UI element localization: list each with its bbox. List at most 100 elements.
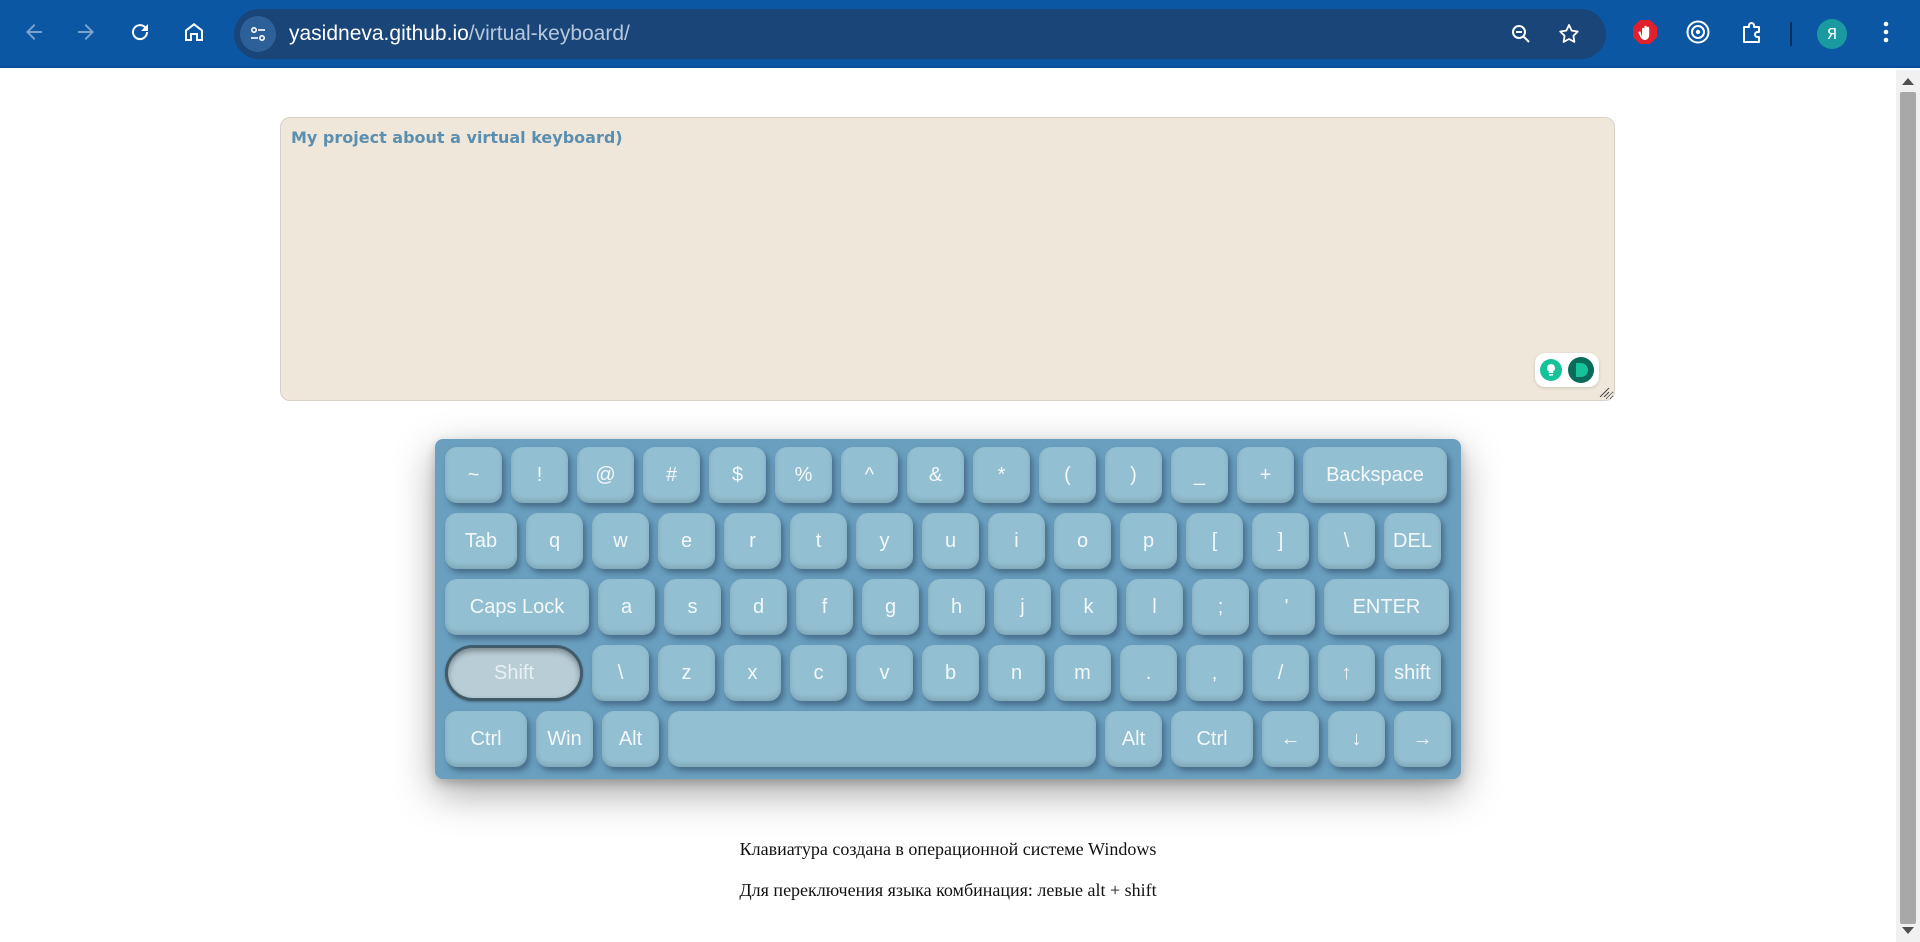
- key-x[interactable]: x: [724, 645, 781, 701]
- info-os-text: Клавиатура создана в операционной систем…: [739, 839, 1157, 859]
- key-shift[interactable]: Shift: [445, 645, 583, 701]
- key-backslash-2[interactable]: \: [592, 645, 649, 701]
- key-del[interactable]: DEL: [1384, 513, 1441, 569]
- key-d[interactable]: d: [730, 579, 787, 635]
- key-e[interactable]: e: [658, 513, 715, 569]
- forward-icon: [78, 24, 94, 40]
- key-q[interactable]: q: [526, 513, 583, 569]
- key-period[interactable]: .: [1120, 645, 1177, 701]
- page-content: ~!@#$%^&*()_+BackspaceTabqwertyuiop[]\DE…: [0, 70, 1896, 942]
- grammarly-widget[interactable]: [1535, 353, 1599, 387]
- key-arrow-right[interactable]: →: [1394, 711, 1451, 767]
- key-exclamation[interactable]: !: [511, 447, 568, 503]
- key-backspace[interactable]: Backspace: [1303, 447, 1447, 503]
- key-enter[interactable]: ENTER: [1324, 579, 1449, 635]
- resize-grip-icon[interactable]: [1598, 386, 1610, 398]
- key-left-paren[interactable]: (: [1039, 447, 1096, 503]
- key-hash[interactable]: #: [643, 447, 700, 503]
- key-win[interactable]: Win: [536, 711, 593, 767]
- bookmark-button[interactable]: [1555, 20, 1583, 48]
- key-tilde[interactable]: ~: [445, 447, 502, 503]
- key-backslash[interactable]: \: [1318, 513, 1375, 569]
- extension-target-button[interactable]: [1680, 14, 1716, 50]
- site-info-icon: [250, 26, 266, 42]
- key-y[interactable]: y: [856, 513, 913, 569]
- key-underscore[interactable]: _: [1171, 447, 1228, 503]
- toolbar-divider: [1790, 22, 1792, 46]
- scroll-thumb[interactable]: [1900, 92, 1916, 924]
- address-bar[interactable]: yasidneva.github.io/virtual-keyboard/: [234, 9, 1606, 59]
- key-semicolon[interactable]: ;: [1192, 579, 1249, 635]
- key-quote[interactable]: ': [1258, 579, 1315, 635]
- key-g[interactable]: g: [862, 579, 919, 635]
- key-m[interactable]: m: [1054, 645, 1111, 701]
- key-at[interactable]: @: [577, 447, 634, 503]
- key-left-bracket[interactable]: [: [1186, 513, 1243, 569]
- key-h[interactable]: h: [928, 579, 985, 635]
- key-caps-lock[interactable]: Caps Lock: [445, 579, 589, 635]
- key-t[interactable]: t: [790, 513, 847, 569]
- key-arrow-up[interactable]: ↑: [1318, 645, 1375, 701]
- key-n[interactable]: n: [988, 645, 1045, 701]
- key-a[interactable]: a: [598, 579, 655, 635]
- scroll-up-arrow-icon[interactable]: [1902, 78, 1914, 85]
- key-shift[interactable]: shift: [1384, 645, 1441, 701]
- zoom-icon: [1512, 25, 1530, 43]
- extension-target-icon: [1686, 20, 1710, 44]
- key-arrow-left[interactable]: ←: [1262, 711, 1319, 767]
- key-r[interactable]: r: [724, 513, 781, 569]
- home-icon: [185, 23, 203, 41]
- extension-stop-button[interactable]: [1627, 14, 1663, 50]
- back-button[interactable]: [14, 12, 54, 52]
- key-b[interactable]: b: [922, 645, 979, 701]
- key-ctrl-left[interactable]: Ctrl: [445, 711, 527, 767]
- key-right-bracket[interactable]: ]: [1252, 513, 1309, 569]
- home-button[interactable]: [174, 12, 214, 52]
- key-j[interactable]: j: [994, 579, 1051, 635]
- key-p[interactable]: p: [1120, 513, 1177, 569]
- key-space[interactable]: [668, 711, 1096, 767]
- browser-menu-button[interactable]: [1868, 14, 1904, 50]
- key-o[interactable]: o: [1054, 513, 1111, 569]
- key-slash[interactable]: /: [1252, 645, 1309, 701]
- forward-button[interactable]: [66, 12, 106, 52]
- key-ampersand[interactable]: &: [907, 447, 964, 503]
- reload-icon: [132, 24, 149, 41]
- key-i[interactable]: i: [988, 513, 1045, 569]
- site-info-button[interactable]: [240, 16, 276, 52]
- keyboard-output-textarea[interactable]: [280, 117, 1615, 401]
- key-caret[interactable]: ^: [841, 447, 898, 503]
- profile-avatar[interactable]: Я: [1817, 19, 1847, 49]
- zoom-button[interactable]: [1507, 20, 1535, 48]
- virtual-keyboard: ~! @ # $% ^ & *() _ + Backspace Tab q w e r t y u i o p[] \ DE…: [435, 439, 1461, 779]
- key-alt-left[interactable]: Alt: [602, 711, 659, 767]
- reload-button[interactable]: [120, 12, 160, 52]
- key-asterisk[interactable]: *: [973, 447, 1030, 503]
- extensions-puzzle-icon: [1743, 22, 1760, 43]
- menu-kebab-icon: [1883, 21, 1889, 43]
- key-z[interactable]: z: [658, 645, 715, 701]
- key-tab[interactable]: Tab: [445, 513, 517, 569]
- key-arrow-down[interactable]: ↓: [1328, 711, 1385, 767]
- lightbulb-icon: [1540, 359, 1562, 381]
- key-s[interactable]: s: [664, 579, 721, 635]
- url-text[interactable]: yasidneva.github.io/virtual-keyboard/: [289, 22, 630, 46]
- key-percent[interactable]: %: [775, 447, 832, 503]
- page-scrollbar[interactable]: [1896, 70, 1920, 942]
- key-u[interactable]: u: [922, 513, 979, 569]
- key-dollar[interactable]: $: [709, 447, 766, 503]
- scroll-down-arrow-icon[interactable]: [1902, 927, 1914, 934]
- extensions-button[interactable]: [1734, 14, 1770, 50]
- extension-stop-icon: [1633, 20, 1657, 44]
- key-l[interactable]: l: [1126, 579, 1183, 635]
- key-plus[interactable]: +: [1237, 447, 1294, 503]
- key-w[interactable]: w: [592, 513, 649, 569]
- key-alt-right[interactable]: Alt: [1105, 711, 1162, 767]
- key-right-paren[interactable]: ): [1105, 447, 1162, 503]
- key-k[interactable]: k: [1060, 579, 1117, 635]
- key-c[interactable]: c: [790, 645, 847, 701]
- key-comma[interactable]: ,: [1186, 645, 1243, 701]
- key-f[interactable]: f: [796, 579, 853, 635]
- key-v[interactable]: v: [856, 645, 913, 701]
- key-ctrl-right[interactable]: Ctrl: [1171, 711, 1253, 767]
